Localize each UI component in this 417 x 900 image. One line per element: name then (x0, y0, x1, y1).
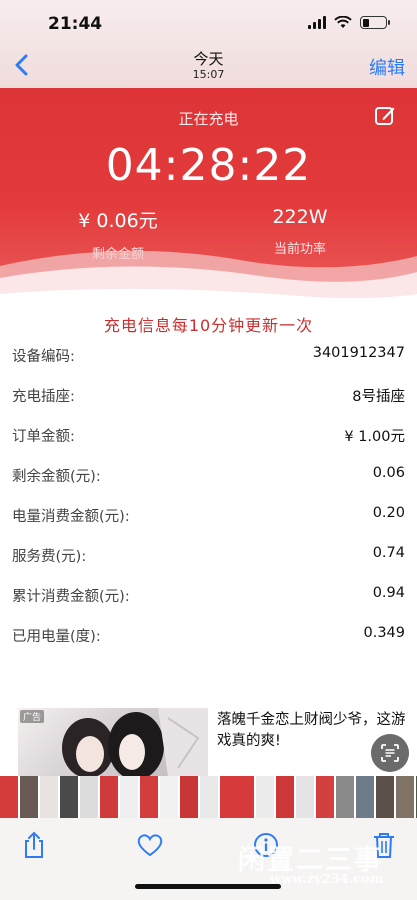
edit-button[interactable]: 编辑 (369, 54, 405, 80)
update-notice: 充电信息每10分钟更新一次 (103, 316, 314, 335)
detail-label: 已用电量(度): (12, 629, 101, 645)
detail-value: 0.20 (372, 505, 405, 521)
photo-thumbnail[interactable] (376, 776, 394, 818)
photo-thumbnail[interactable] (160, 776, 178, 818)
photo-thumbnail[interactable] (100, 776, 118, 818)
detail-row: 电量消费金额(元): 0.20 (0, 495, 417, 535)
status-icons (308, 16, 390, 29)
photo-thumbnail-selected[interactable] (218, 776, 256, 818)
heart-icon[interactable] (136, 830, 164, 860)
photo-thumbnail[interactable] (356, 776, 374, 818)
status-time: 21:44 (48, 14, 103, 34)
live-text-scan-icon[interactable] (371, 734, 409, 772)
photo-thumbnail[interactable] (0, 776, 18, 818)
ad-banner[interactable]: 广告 落魄千金恋上财阀少爷，这游戏真的爽! (0, 708, 417, 776)
detail-label: 订单金额: (12, 429, 75, 445)
detail-value: 0.06 (372, 465, 405, 481)
detail-label: 剩余金额(元): (12, 469, 101, 485)
photo-thumbnail[interactable] (396, 776, 414, 818)
photo-thumbnail-strip[interactable] (0, 776, 417, 818)
photo-thumbnail[interactable] (200, 776, 218, 818)
charging-timer: 04:28:22 (105, 140, 312, 191)
detail-label: 电量消费金额(元): (12, 509, 130, 525)
edit-note-icon[interactable] (373, 104, 397, 128)
detail-row: 剩余金额(元): 0.06 (0, 455, 417, 495)
detail-value: 3401912347 (312, 345, 405, 361)
detail-value: 0.74 (372, 545, 405, 561)
detail-value: 0.349 (363, 625, 405, 641)
wifi-icon (334, 16, 352, 28)
photo-thumbnail[interactable] (80, 776, 98, 818)
detail-label: 累计消费金额(元): (12, 589, 130, 605)
nav-title: 今天 (193, 50, 224, 68)
detail-row: 充电插座: 8号插座 (0, 375, 417, 415)
watermark-url: www.zy234.com (270, 872, 384, 887)
remaining-amount-value: ¥ 0.06元 (78, 210, 158, 232)
detail-label: 设备编码: (12, 349, 75, 365)
photo-thumbnail[interactable] (336, 776, 354, 818)
share-icon[interactable] (20, 830, 48, 860)
photo-thumbnail[interactable] (256, 776, 274, 818)
status-bar: 21:44 (0, 0, 417, 48)
photo-thumbnail[interactable] (316, 776, 334, 818)
detail-row: 设备编码: 3401912347 (0, 335, 417, 375)
ad-image[interactable]: 广告 (18, 708, 208, 776)
photos-top-chrome: 21:44 今天 15:07 编辑 (0, 0, 417, 88)
detail-value: 0.94 (372, 585, 405, 601)
ad-tag: 广告 (20, 710, 45, 723)
photo-thumbnail[interactable] (40, 776, 58, 818)
current-power-value: 222W (272, 206, 328, 228)
nav-bar: 今天 15:07 编辑 (0, 44, 417, 88)
ad-illustration (62, 708, 208, 776)
detail-row: 累计消费金额(元): 0.94 (0, 575, 417, 615)
photo-thumbnail[interactable] (276, 776, 294, 818)
detail-row: 订单金额: ¥ 1.00元 (0, 415, 417, 455)
nav-subtitle: 15:07 (192, 68, 225, 81)
photo-thumbnail[interactable] (60, 776, 78, 818)
cellular-signal-icon (308, 16, 326, 29)
detail-row: 服务费(元): 0.74 (0, 535, 417, 575)
detail-row: 已用电量(度): 0.349 (0, 615, 417, 655)
charging-status: 正在充电 (178, 110, 239, 128)
battery-icon (360, 16, 390, 29)
photo-thumbnail[interactable] (20, 776, 38, 818)
photo-thumbnail[interactable] (180, 776, 198, 818)
photo-thumbnail[interactable] (296, 776, 314, 818)
detail-label: 服务费(元): (12, 549, 87, 565)
charging-header: 正在充电 04:28:22 ¥ 0.06元 剩余金额 222W 当前功率 (0, 88, 417, 298)
detail-label: 充电插座: (12, 389, 75, 405)
detail-value: 8号插座 (352, 389, 405, 405)
header-wave-decoration (0, 250, 417, 298)
charging-details-list: 设备编码: 3401912347 充电插座: 8号插座 订单金额: ¥ 1.00… (0, 335, 417, 655)
home-indicator[interactable] (135, 884, 281, 889)
detail-value: ¥ 1.00元 (344, 429, 405, 445)
photo-thumbnail[interactable] (140, 776, 158, 818)
photo-thumbnail[interactable] (120, 776, 138, 818)
